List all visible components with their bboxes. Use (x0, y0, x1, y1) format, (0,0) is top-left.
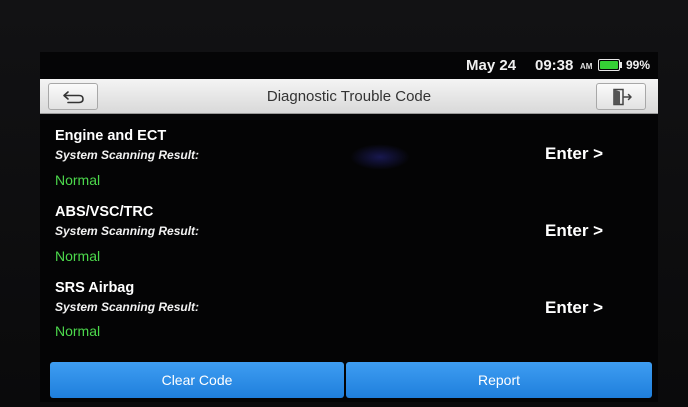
system-subtitle: System Scanning Result: (55, 300, 200, 314)
system-status: Normal (55, 323, 101, 339)
system-subtitle: System Scanning Result: (55, 224, 200, 238)
system-name: ABS/VSC/TRC (55, 204, 154, 220)
battery-tip (620, 62, 622, 68)
status-time: 09:38 (535, 57, 574, 74)
exit-door-icon (613, 88, 632, 106)
screen-glare (350, 144, 410, 170)
clear-code-button[interactable]: Clear Code (50, 362, 344, 398)
page-title: Diagnostic Trouble Code (266, 88, 432, 105)
system-subtitle: System Scanning Result: (55, 148, 200, 162)
status-ampm: AM (580, 62, 593, 71)
status-date: May 24 (466, 57, 517, 74)
enter-button[interactable]: Enter > (545, 144, 603, 164)
enter-button[interactable]: Enter > (545, 221, 603, 241)
device-screen: May 24 09:38 AM 99% Diagnostic Trouble C… (40, 52, 658, 402)
enter-button[interactable]: Enter > (545, 298, 603, 318)
system-name: SRS Airbag (55, 280, 135, 296)
report-button[interactable]: Report (346, 362, 652, 398)
system-status: Normal (55, 248, 101, 264)
battery-level-fill (600, 61, 618, 69)
system-status: Normal (55, 172, 101, 188)
battery-icon (598, 59, 620, 71)
battery-percent: 99% (626, 58, 651, 72)
system-name: Engine and ECT (55, 128, 167, 144)
status-bar: May 24 09:38 AM 99% (40, 52, 658, 78)
exit-button[interactable] (596, 83, 646, 110)
back-arrow-icon (63, 91, 84, 104)
title-bar: Diagnostic Trouble Code (40, 79, 658, 114)
back-button[interactable] (48, 83, 98, 110)
